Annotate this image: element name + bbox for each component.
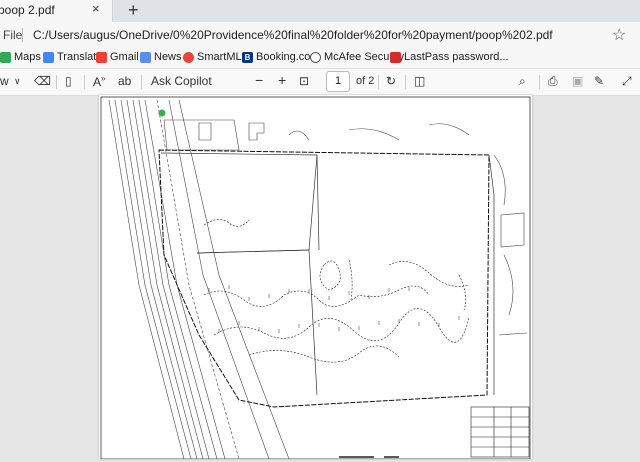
fullscreen-icon[interactable]: ⤢ <box>622 74 632 89</box>
tab-active[interactable]: poop 2.pdf × <box>0 0 113 22</box>
fit-page-icon[interactable]: ⊡ <box>299 74 309 88</box>
survey-plan-drawing <box>100 96 531 460</box>
eraser-icon[interactable]: ⌫ <box>34 74 51 88</box>
maps-icon <box>0 52 11 63</box>
translate-text-icon[interactable]: ab <box>118 74 131 88</box>
bookmark-maps[interactable]: Maps <box>14 51 41 63</box>
page-count-label: of 2 <box>356 75 375 87</box>
address-row: File C:/Users/augus/OneDrive/0%20Provide… <box>0 22 640 48</box>
save-as-icon[interactable]: ✎ <box>594 74 604 88</box>
smartmls-icon <box>183 52 194 63</box>
news-icon <box>140 52 151 63</box>
bookmark-gmail[interactable]: Gmail <box>110 51 139 63</box>
globe-icon <box>310 52 321 63</box>
close-icon[interactable]: × <box>92 1 100 16</box>
save-icon[interactable]: ▣ <box>572 74 583 88</box>
divider <box>84 75 85 89</box>
booking-icon: B <box>242 52 253 63</box>
divider <box>22 28 23 42</box>
print-icon[interactable]: ⎙ <box>548 74 558 89</box>
divider <box>141 75 142 89</box>
page-view-icon[interactable]: ▯ <box>65 74 72 88</box>
pdf-toolbar: w ∨ ⌫ ▯ A» ab Ask Copilot − + ⊡ 1 of 2 ↻… <box>0 69 640 96</box>
view-menu-label[interactable]: w <box>0 74 9 88</box>
rotate-icon[interactable]: ↻ <box>386 74 396 88</box>
divider <box>539 75 540 89</box>
file-scheme-label: File <box>3 28 23 42</box>
search-icon[interactable]: ⌕ <box>519 74 526 89</box>
address-input[interactable]: C:/Users/augus/OneDrive/0%20Providence%2… <box>33 28 553 42</box>
favorite-star-icon[interactable]: ☆ <box>612 25 626 45</box>
divider <box>56 75 57 89</box>
page-number-input[interactable]: 1 <box>326 71 350 92</box>
ask-copilot-button[interactable]: Ask Copilot <box>151 74 212 88</box>
railway-lines <box>108 99 290 460</box>
bookmarks-bar: Maps Translate Gmail News SmartMLS B Boo… <box>0 48 640 69</box>
annotation-marker[interactable] <box>158 109 166 117</box>
two-page-icon[interactable]: ◫ <box>414 74 425 88</box>
translate-icon <box>43 52 54 63</box>
lastpass-icon <box>390 52 401 63</box>
divider <box>378 75 379 89</box>
bookmark-lastpass[interactable]: LastPass password... <box>404 51 509 63</box>
zoom-in-button[interactable]: + <box>278 72 286 88</box>
tab-title: poop 2.pdf <box>0 3 55 17</box>
new-tab-button[interactable]: + <box>128 0 139 21</box>
zoom-out-button[interactable]: − <box>255 72 263 88</box>
read-aloud-icon[interactable]: A» <box>93 74 105 89</box>
bookmark-news[interactable]: News <box>154 51 182 63</box>
divider <box>405 75 406 89</box>
pdf-page <box>99 95 532 460</box>
chevron-down-icon[interactable]: ∨ <box>14 76 21 87</box>
title-block <box>470 406 530 458</box>
gmail-icon <box>96 52 107 63</box>
